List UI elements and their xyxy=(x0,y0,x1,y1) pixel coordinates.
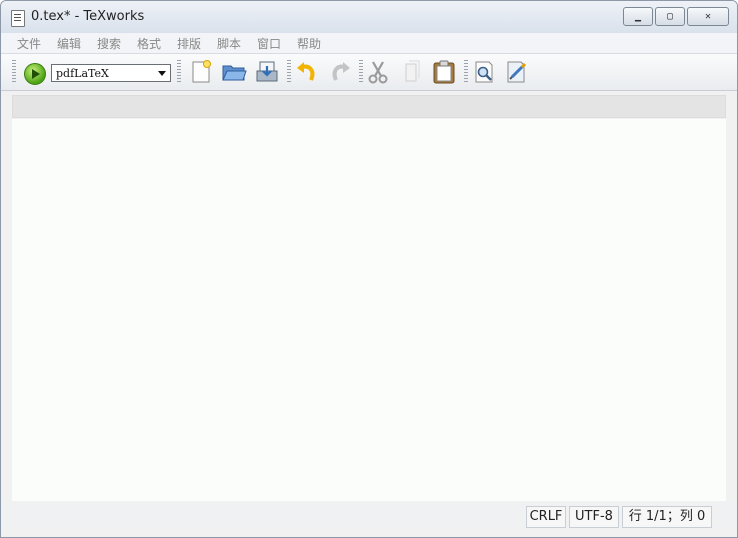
document-app-icon xyxy=(11,10,25,27)
window-title: 0.tex* - TeXworks xyxy=(31,9,145,24)
close-button[interactable]: ✕ xyxy=(687,7,729,26)
engine-select[interactable]: pdfLaTeX xyxy=(51,64,171,82)
find-bar xyxy=(12,95,726,118)
minimize-icon: ▁ xyxy=(634,11,642,22)
maximize-icon: ▢ xyxy=(666,11,674,22)
menu-format[interactable]: 格式 xyxy=(137,35,161,52)
chevron-down-icon xyxy=(158,71,166,76)
encoding-indicator[interactable]: UTF-8 xyxy=(569,506,619,528)
toolbar: pdfLaTeX xyxy=(1,54,737,91)
toolbar-grip[interactable] xyxy=(359,60,363,84)
menu-help[interactable]: 帮助 xyxy=(297,35,321,52)
toolbar-grip[interactable] xyxy=(287,60,291,84)
new-file-icon[interactable] xyxy=(188,59,214,85)
line-ending-indicator[interactable]: CRLF xyxy=(526,506,566,528)
copy-icon[interactable] xyxy=(399,59,425,85)
cursor-position: 行 1/1；列 0 xyxy=(622,506,712,528)
menu-search[interactable]: 搜索 xyxy=(97,35,121,52)
menu-bar: 文件 编辑 搜索 格式 排版 脚本 窗口 帮助 xyxy=(1,33,737,54)
cut-icon[interactable] xyxy=(365,59,391,85)
window-controls: ▁ ▢ ✕ xyxy=(623,7,729,26)
maximize-button[interactable]: ▢ xyxy=(655,7,685,26)
typeset-icon[interactable] xyxy=(24,63,46,85)
engine-selected-value: pdfLaTeX xyxy=(56,67,109,80)
status-bar: CRLF UTF-8 行 1/1；列 0 xyxy=(1,503,737,529)
menu-file[interactable]: 文件 xyxy=(17,35,41,52)
toolbar-grip[interactable] xyxy=(464,60,468,84)
menu-edit[interactable]: 编辑 xyxy=(57,35,81,52)
paste-icon[interactable] xyxy=(431,59,457,85)
minimize-button[interactable]: ▁ xyxy=(623,7,653,26)
menu-typeset[interactable]: 排版 xyxy=(177,35,201,52)
find-icon[interactable] xyxy=(471,59,497,85)
redo-icon[interactable] xyxy=(327,59,353,85)
replace-icon[interactable] xyxy=(504,59,530,85)
title-bar: 0.tex* - TeXworks ▁ ▢ ✕ xyxy=(1,1,737,33)
texworks-window: 0.tex* - TeXworks ▁ ▢ ✕ 文件 编辑 搜索 格式 排版 脚… xyxy=(0,0,738,538)
text-editor[interactable] xyxy=(12,119,726,501)
undo-icon[interactable] xyxy=(294,59,320,85)
menu-window[interactable]: 窗口 xyxy=(257,35,281,52)
save-icon[interactable] xyxy=(254,59,280,85)
open-folder-icon[interactable] xyxy=(221,59,247,85)
menu-scripts[interactable]: 脚本 xyxy=(217,35,241,52)
toolbar-grip[interactable] xyxy=(12,60,16,84)
toolbar-grip[interactable] xyxy=(177,60,181,84)
close-icon: ✕ xyxy=(704,11,712,22)
